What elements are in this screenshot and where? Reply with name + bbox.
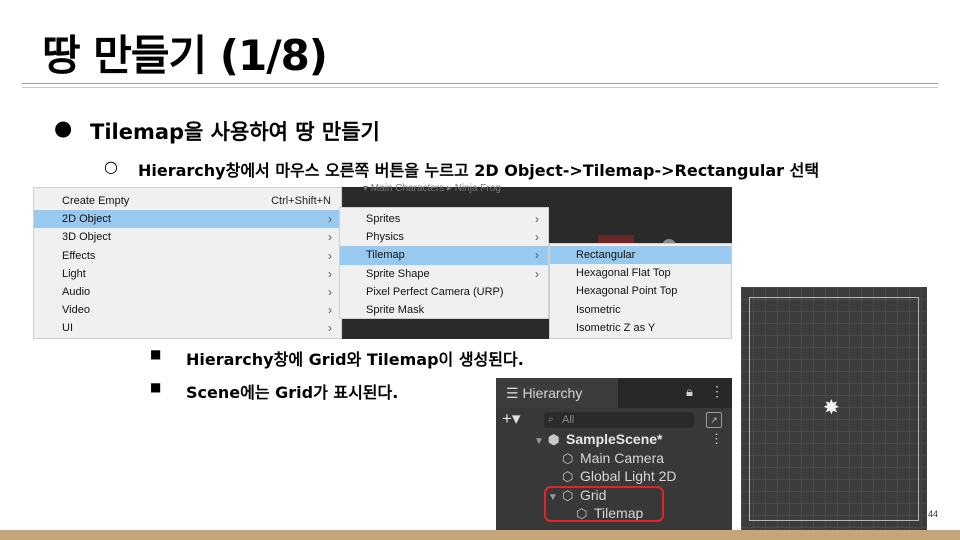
bullet-marker: ■ <box>150 380 162 394</box>
context-menu-2d-object: Sprites › Physics › Tilemap › Sprite Shape › Pix… <box>339 207 549 319</box>
menu-item-label: Pixel Perfect Camera (URP) <box>366 285 504 298</box>
menu-item-label: Video <box>62 304 90 317</box>
menu-item[interactable]: Create Empty Ctrl+Shift+N <box>34 192 341 210</box>
bullet-text: Scene에는 Grid가 표시된다. <box>186 383 399 402</box>
submenu-item[interactable]: Sprite Shape › <box>340 265 548 283</box>
chevron-right-icon: › <box>535 212 539 226</box>
light-gizmo-icon: ✸ <box>823 395 840 419</box>
bullet-marker: ○ <box>104 157 118 176</box>
page-number: 44 <box>928 509 939 519</box>
hierarchy-tabbar: ☰ Hierarchy 🔒︎ ⋮ <box>496 378 732 408</box>
menu-item-label: Sprite Shape <box>366 267 430 280</box>
menu-item-label: Hexagonal Flat Top <box>576 267 671 280</box>
hierarchy-row[interactable]: ⬡ Main Camera <box>548 449 664 467</box>
menu-item[interactable]: Light › <box>34 265 341 283</box>
menu-item-shortcut: Ctrl+Shift+N <box>271 195 331 207</box>
menu-item-label: Create Empty <box>62 195 130 207</box>
menu-item-label: Sprite Mask <box>366 303 425 316</box>
submenu-item[interactable]: Tilemap › <box>340 246 548 265</box>
chevron-right-icon: › <box>535 248 539 263</box>
menu-item-label: Tilemap <box>366 249 405 262</box>
menu-item[interactable]: 2D Object › <box>34 210 341 229</box>
search-icon: ⌕ <box>548 414 554 425</box>
title-divider-secondary <box>22 87 938 88</box>
search-input[interactable]: ⌕ All <box>544 412 694 428</box>
cube-icon: ⬡ <box>562 450 574 466</box>
scene-menu-icon[interactable]: ⋮ <box>710 431 723 447</box>
grid-tilemap-highlight <box>544 486 664 522</box>
submenu-item[interactable]: Sprite Mask <box>340 301 548 319</box>
tilemap-menu-item[interactable]: Hexagonal Flat Top <box>550 264 731 282</box>
chevron-right-icon: › <box>328 266 332 281</box>
menu-item-label: 3D Object <box>62 231 111 244</box>
scene-root-row[interactable]: ▼ ⬢ SampleScene* <box>534 430 663 448</box>
menu-item-label: Isometric Z as Y <box>576 321 656 334</box>
context-menu-tilemap: Rectangular Hexagonal Flat Top Hexagonal P… <box>549 243 732 339</box>
menu-item-label: Sprites <box>366 213 401 225</box>
menu-item-label: Physics <box>366 231 404 244</box>
bullet-marker: ● <box>54 116 73 140</box>
chevron-right-icon: › <box>328 230 332 245</box>
hierarchy-row-label: Main Camera <box>580 449 665 466</box>
hierarchy-row[interactable]: ⬡ Global Light 2D <box>548 467 677 485</box>
chevron-right-icon: › <box>328 284 332 299</box>
chevron-right-icon: › <box>328 212 332 227</box>
menu-item[interactable]: Effects › <box>34 247 341 265</box>
context-menu-main: Create Empty Ctrl+Shift+N 2D Object › 3D Obj… <box>33 187 342 339</box>
hierarchy-row-label: SampleScene* <box>566 431 663 447</box>
menu-item-label: Audio <box>62 285 91 298</box>
submenu-item[interactable]: Physics › <box>340 228 548 246</box>
menu-item-label: 2D Object <box>62 213 111 226</box>
cube-icon: ⬡ <box>562 469 574 484</box>
chevron-right-icon: › <box>328 248 332 263</box>
menu-item-label: Isometric <box>576 303 621 316</box>
tilemap-menu-item[interactable]: Hexagonal Point Top <box>550 282 731 300</box>
menu-item-label: Effects <box>62 249 96 262</box>
menu-item-label: Hexagonal Point Top <box>576 285 678 298</box>
hierarchy-tab[interactable]: ☰ Hierarchy <box>496 378 618 408</box>
scene-view: ✸ <box>741 287 927 530</box>
menu-item-label: Rectangular <box>576 249 636 261</box>
menu-item[interactable]: UI › <box>34 319 341 337</box>
lock-icon[interactable]: 🔒︎ <box>686 384 693 400</box>
chevron-right-icon: › <box>328 321 332 336</box>
submenu-item[interactable]: Sprites › <box>340 210 548 228</box>
slide-title: 땅 만들기 (1/8) <box>42 31 328 80</box>
chevron-right-icon: › <box>535 230 539 245</box>
submenu-item[interactable]: Pixel Perfect Camera (URP) <box>340 283 548 301</box>
bullet-text: Hierarchy창에서 마우스 오른쪽 버튼을 누르고 2D Object->… <box>138 161 820 180</box>
hierarchy-panel: ☰ Hierarchy 🔒︎ ⋮ +▾ ⌕ All ↗ ▼ ⬢ SampleScen… <box>496 378 732 530</box>
tilemap-menu-item[interactable]: Isometric <box>550 301 731 319</box>
chevron-right-icon: › <box>328 303 332 318</box>
breadcrumb: ▾ Main Characters ▸ Ninja Frog <box>363 183 501 194</box>
bullet-text: Hierarchy창에 Grid와 Tilemap이 생성된다. <box>186 350 524 369</box>
menu-item[interactable]: 3D Object › <box>34 228 341 246</box>
hierarchy-toolbar: +▾ ⌕ All ↗ <box>496 408 732 432</box>
menu-item[interactable]: Audio › <box>34 283 341 301</box>
title-divider <box>22 83 938 84</box>
context-menu-screenshot: ▾ Main Characters ▸ Ninja Frog Create Em… <box>33 183 732 339</box>
hierarchy-row-label: Global Light 2D <box>580 468 677 484</box>
unity-scene-icon: ⬢ <box>548 432 560 447</box>
menu-item-label: Light <box>62 267 86 280</box>
bullet-marker: ■ <box>150 347 162 361</box>
menu-item-label: UI <box>62 322 73 335</box>
tilemap-menu-item[interactable]: Isometric Z as Y <box>550 319 731 337</box>
add-object-button[interactable]: +▾ <box>502 409 520 429</box>
menu-item[interactable]: Video › <box>34 301 341 319</box>
tilemap-menu-item[interactable]: Rectangular <box>550 246 731 265</box>
chevron-right-icon: › <box>535 266 539 281</box>
expand-toggle-icon[interactable]: ▼ <box>534 433 548 451</box>
footer-bar <box>0 530 960 540</box>
kebab-menu-icon[interactable]: ⋮ <box>710 383 724 400</box>
filter-icon[interactable]: ↗ <box>706 412 722 428</box>
search-placeholder: All <box>562 414 575 426</box>
bullet-text: Tilemap을 사용하여 땅 만들기 <box>90 120 380 144</box>
